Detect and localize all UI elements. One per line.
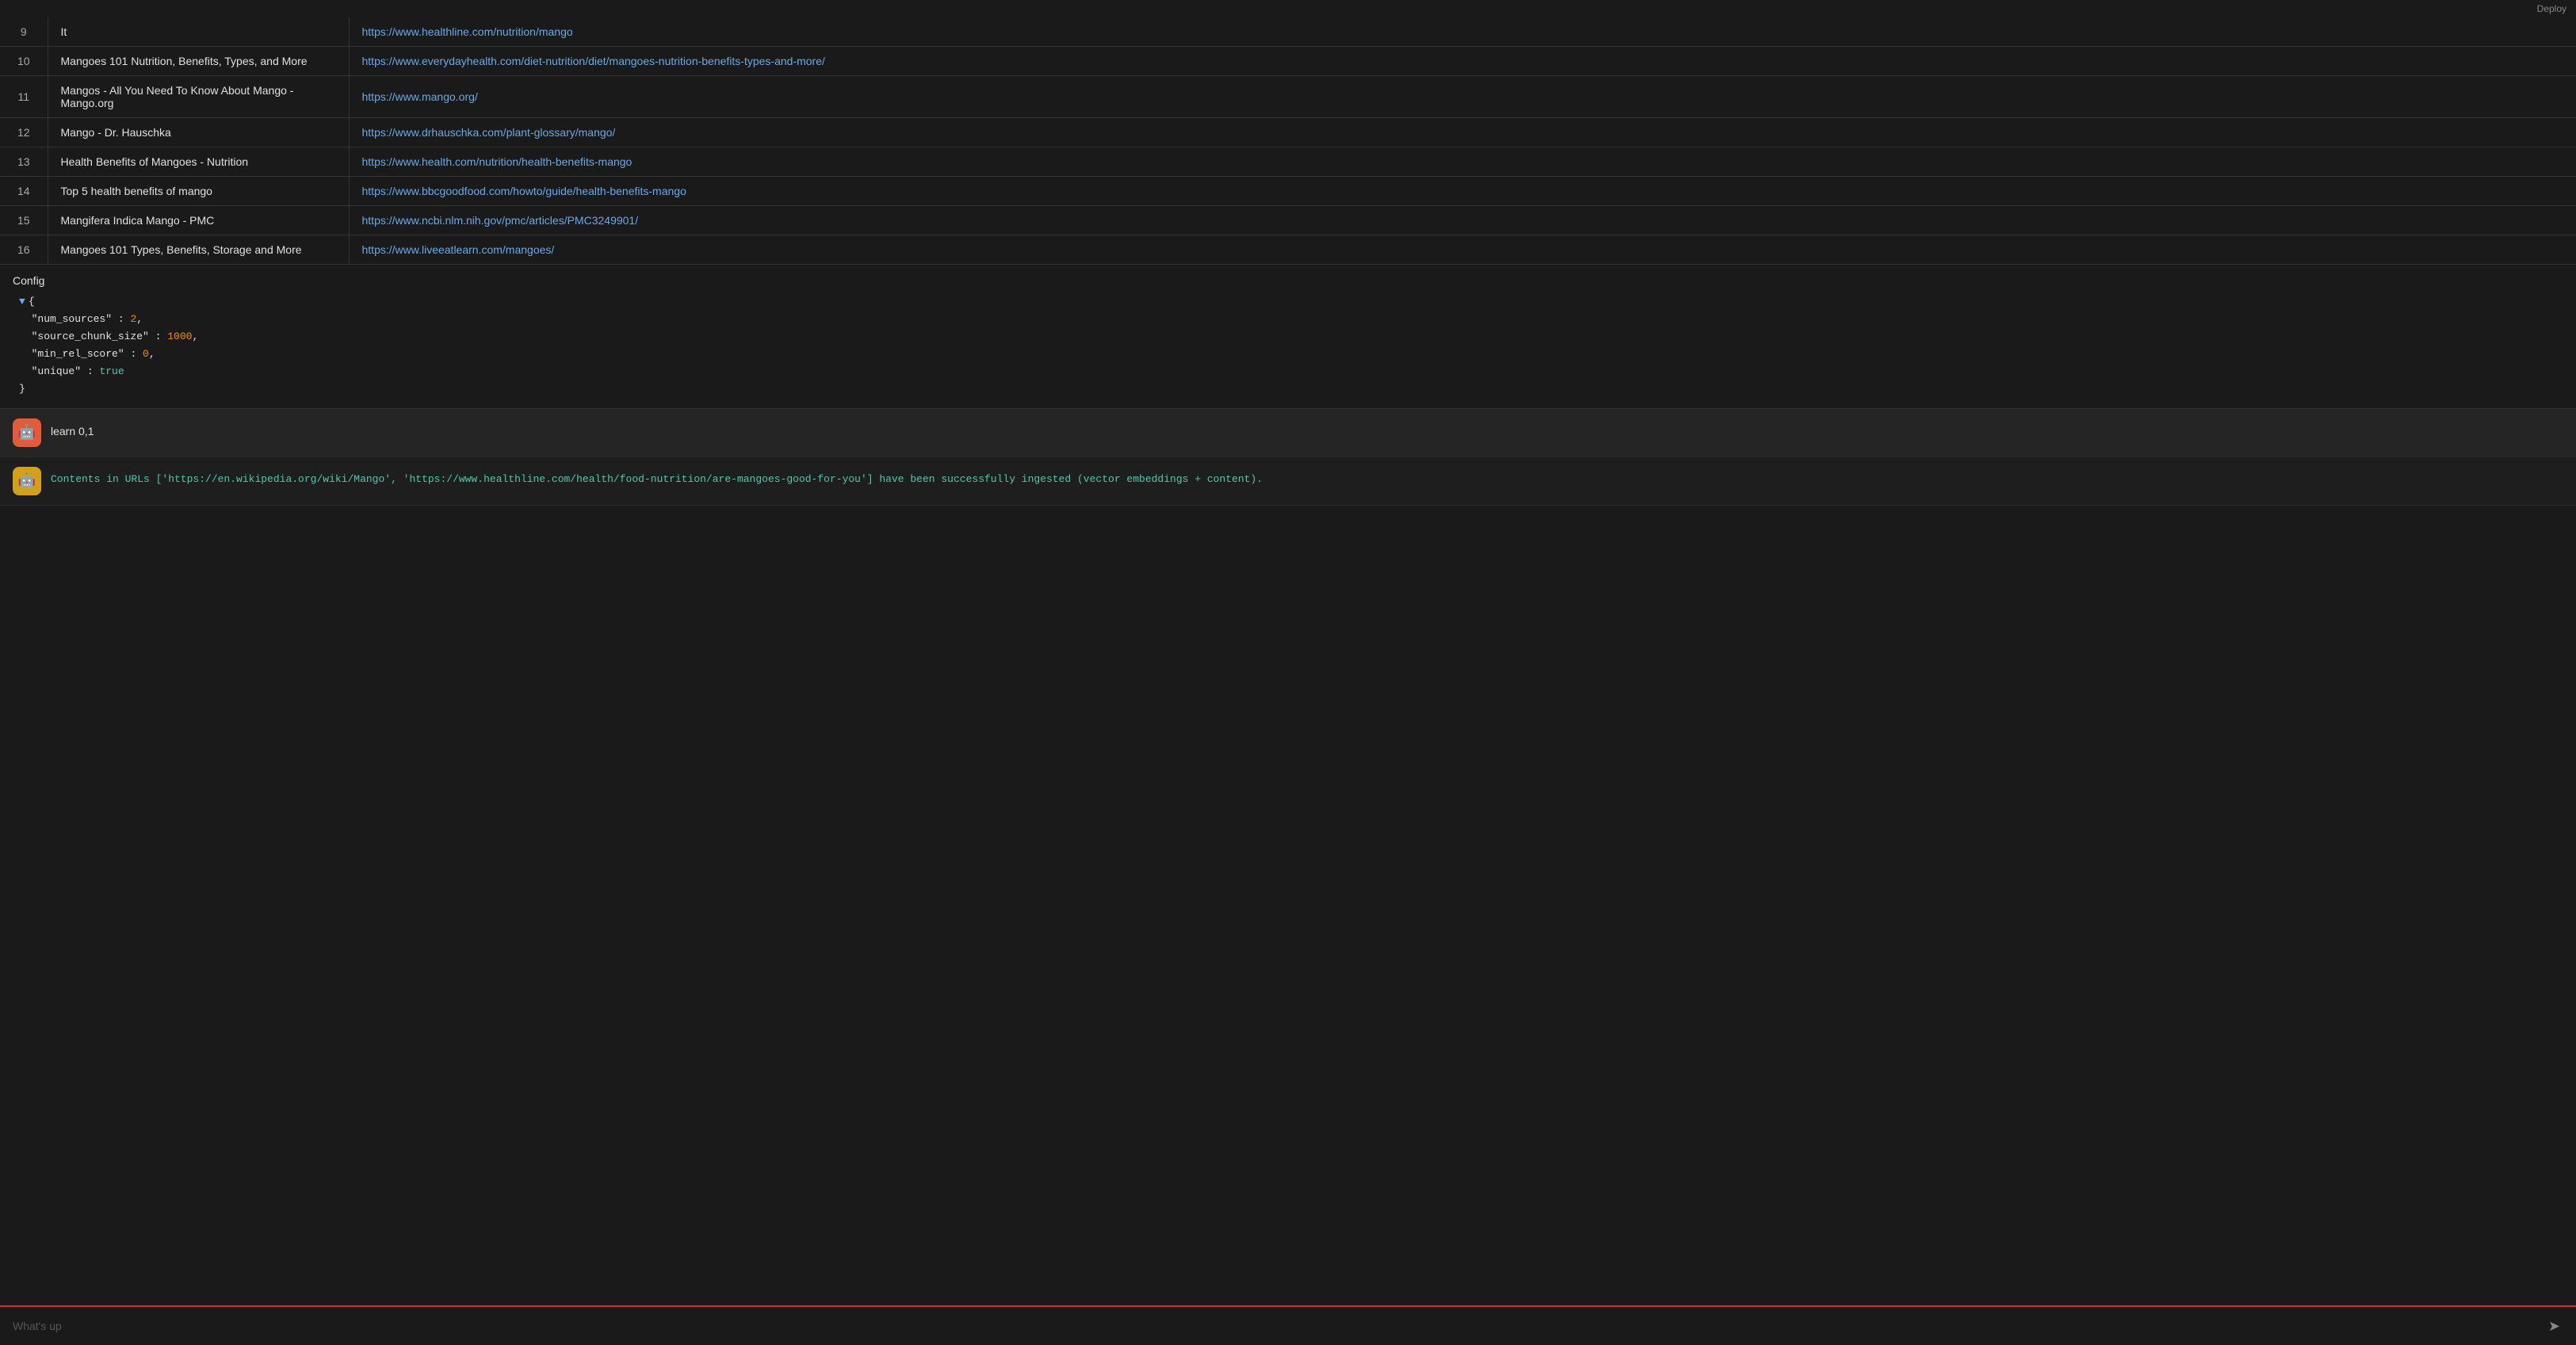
row-title: Health Benefits of Mangoes - Nutrition (48, 147, 349, 177)
row-title: Mangos - All You Need To Know About Mang… (48, 76, 349, 118)
row-url[interactable]: https://www.drhauschka.com/plant-glossar… (349, 118, 2576, 147)
row-title: It (48, 17, 349, 47)
message-text: Contents in URLs ['https://en.wikipedia.… (51, 467, 1263, 487)
row-number: 12 (0, 118, 48, 147)
row-number: 16 (0, 235, 48, 265)
config-toggle[interactable]: ▼ (19, 296, 25, 308)
row-title: Top 5 health benefits of mango (48, 177, 349, 206)
chat-area: 🤖 learn 0,1 🤖 Contents in URLs ['https:/… (0, 409, 2576, 506)
row-url[interactable]: https://www.healthline.com/nutrition/man… (349, 17, 2576, 47)
row-number: 10 (0, 47, 48, 76)
input-area: ➤ (0, 1305, 2576, 1345)
unique-val: true (99, 365, 124, 377)
table-row: 13 Health Benefits of Mangoes - Nutritio… (0, 147, 2576, 177)
unique-key: "unique" (32, 365, 81, 377)
table-row: 15 Mangifera Indica Mango - PMC https://… (0, 206, 2576, 235)
row-url[interactable]: https://www.mango.org/ (349, 76, 2576, 118)
row-url[interactable]: https://www.bbcgoodfood.com/howto/guide/… (349, 177, 2576, 206)
min-rel-score-val: 0 (143, 348, 149, 360)
row-number: 15 (0, 206, 48, 235)
table-row: 16 Mangoes 101 Types, Benefits, Storage … (0, 235, 2576, 265)
send-button[interactable]: ➤ (2542, 1315, 2566, 1338)
url-link[interactable]: https://www.health.com/nutrition/health-… (362, 155, 633, 168)
results-table: 9 It https://www.healthline.com/nutritio… (0, 17, 2576, 265)
url-link[interactable]: https://www.bbcgoodfood.com/howto/guide/… (362, 185, 686, 197)
url-link[interactable]: https://www.ncbi.nlm.nih.gov/pmc/article… (362, 214, 639, 227)
table-row: 12 Mango - Dr. Hauschka https://www.drha… (0, 118, 2576, 147)
row-number: 9 (0, 17, 48, 47)
row-title: Mangoes 101 Types, Benefits, Storage and… (48, 235, 349, 265)
message-row: 🤖 Contents in URLs ['https://en.wikipedi… (0, 457, 2576, 506)
url-link[interactable]: https://www.drhauschka.com/plant-glossar… (362, 126, 616, 139)
message-text: learn 0,1 (51, 418, 94, 440)
row-url[interactable]: https://www.liveeatlearn.com/mangoes/ (349, 235, 2576, 265)
row-title: Mangoes 101 Nutrition, Benefits, Types, … (48, 47, 349, 76)
message-row: 🤖 learn 0,1 (0, 409, 2576, 457)
main-content: 9 It https://www.healthline.com/nutritio… (0, 17, 2576, 1305)
chat-input[interactable] (10, 1313, 2536, 1339)
source-chunk-size-val: 1000 (167, 331, 192, 342)
row-url[interactable]: https://www.health.com/nutrition/health-… (349, 147, 2576, 177)
deploy-label: Deploy (2537, 3, 2566, 14)
row-url[interactable]: https://www.ncbi.nlm.nih.gov/pmc/article… (349, 206, 2576, 235)
table-row: 14 Top 5 health benefits of mango https:… (0, 177, 2576, 206)
row-title: Mangifera Indica Mango - PMC (48, 206, 349, 235)
row-number: 13 (0, 147, 48, 177)
row-url[interactable]: https://www.everydayhealth.com/diet-nutr… (349, 47, 2576, 76)
min-rel-score-key: "min_rel_score" (32, 348, 124, 360)
config-section: Config ▼{ "num_sources" : 2, "source_chu… (0, 265, 2576, 409)
avatar: 🤖 (13, 467, 41, 495)
url-link[interactable]: https://www.healthline.com/nutrition/man… (362, 25, 573, 38)
url-link[interactable]: https://www.mango.org/ (362, 90, 478, 103)
config-label: Config (13, 274, 2563, 287)
close-brace: } (19, 383, 25, 395)
url-link[interactable]: https://www.liveeatlearn.com/mangoes/ (362, 243, 555, 256)
table-row: 9 It https://www.healthline.com/nutritio… (0, 17, 2576, 47)
top-bar: Deploy (0, 0, 2576, 17)
config-code: ▼{ "num_sources" : 2, "source_chunk_size… (13, 293, 2563, 399)
open-brace: { (29, 296, 35, 308)
table-row: 10 Mangoes 101 Nutrition, Benefits, Type… (0, 47, 2576, 76)
row-number: 14 (0, 177, 48, 206)
table-row: 11 Mangos - All You Need To Know About M… (0, 76, 2576, 118)
row-title: Mango - Dr. Hauschka (48, 118, 349, 147)
row-number: 11 (0, 76, 48, 118)
num-sources-key: "num_sources" (32, 313, 112, 325)
url-link[interactable]: https://www.everydayhealth.com/diet-nutr… (362, 55, 825, 67)
avatar: 🤖 (13, 418, 41, 447)
send-icon: ➤ (2548, 1318, 2560, 1335)
source-chunk-size-key: "source_chunk_size" (32, 331, 149, 342)
